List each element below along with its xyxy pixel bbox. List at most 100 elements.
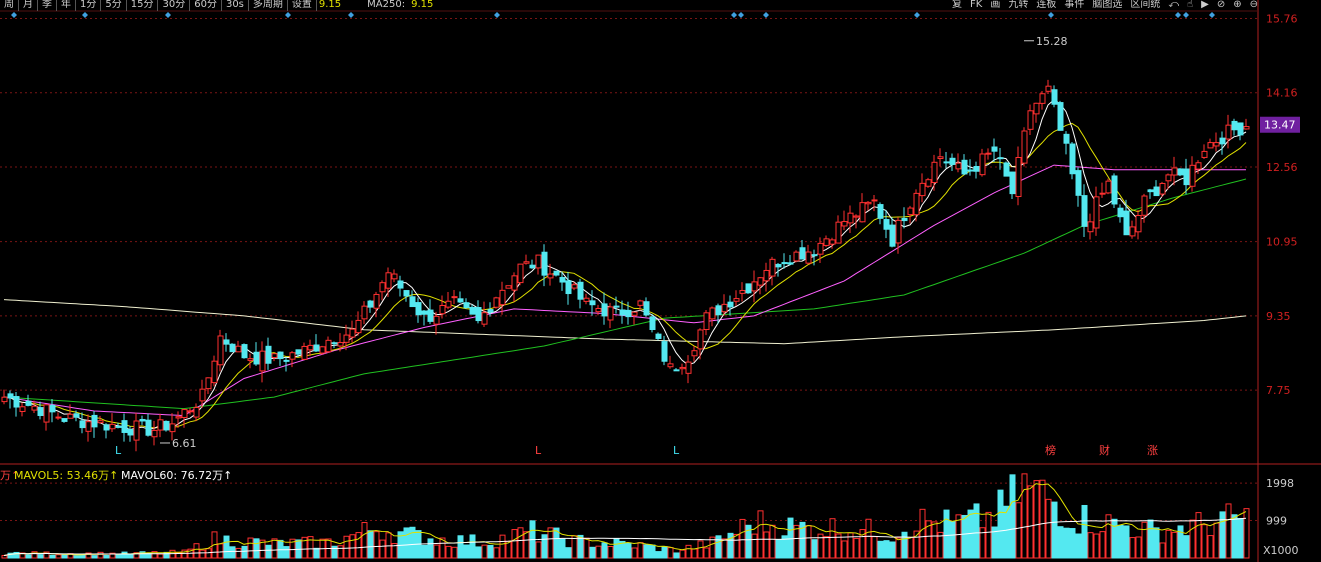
volume-bar: [433, 544, 440, 559]
candle-body: [883, 219, 890, 230]
volume-bar: [1195, 512, 1202, 559]
candle-body: [691, 350, 698, 357]
event-diamond-icon: [494, 12, 500, 18]
candle-body: [661, 341, 668, 362]
candle-body: [1165, 174, 1172, 182]
tool-item-3[interactable]: 九转: [1005, 0, 1031, 11]
volume-bar: [1099, 531, 1106, 559]
undo-icon[interactable]: ⤺: [1165, 0, 1182, 11]
volume-bar: [1243, 508, 1250, 559]
candle-body: [1183, 168, 1190, 186]
period-tab-0[interactable]: 周: [0, 0, 19, 11]
tool-item-5[interactable]: 事件: [1061, 0, 1087, 11]
candle-body: [319, 346, 326, 354]
period-tab-8[interactable]: 60分: [190, 0, 222, 11]
period-tab-2[interactable]: 季: [38, 0, 57, 11]
candle-body: [1009, 171, 1016, 195]
candle-body: [355, 319, 362, 334]
period-tab-7[interactable]: 30分: [158, 0, 191, 11]
zoom-out-icon[interactable]: ⊖: [1247, 0, 1261, 11]
candle-body: [643, 301, 650, 316]
volume-bar: [1219, 511, 1226, 559]
volume-bar: [169, 549, 176, 559]
candle-body: [577, 281, 584, 300]
volume-bar: [949, 521, 956, 559]
candle-body: [955, 162, 962, 170]
volume-bar: [871, 536, 878, 559]
volume-bar: [1201, 524, 1208, 559]
candle-body: [871, 199, 878, 202]
period-tab-9[interactable]: 30s: [222, 0, 249, 11]
play-icon[interactable]: ▶: [1198, 0, 1212, 11]
candle-body: [1225, 124, 1232, 140]
volume-bar: [661, 546, 668, 559]
price-annotation: 6.61: [172, 437, 197, 450]
tool-item-2[interactable]: 画: [987, 0, 1003, 11]
candle-body: [349, 328, 356, 338]
price-tick-label: 14.16: [1266, 87, 1298, 100]
volume-bar: [25, 554, 32, 559]
stop-icon[interactable]: ⊘: [1214, 0, 1228, 11]
volume-bar: [685, 544, 692, 559]
volume-bar: [1021, 473, 1028, 559]
price-tick-label: 9.35: [1266, 310, 1291, 323]
candle-body: [1087, 221, 1094, 233]
volume-bar: [1015, 502, 1022, 559]
period-tab-1[interactable]: 月: [19, 0, 38, 11]
period-tab-5[interactable]: 5分: [101, 0, 127, 11]
period-tab-11[interactable]: 设置: [288, 0, 317, 11]
volume-bar: [1207, 535, 1214, 559]
candle-body: [19, 406, 26, 412]
candle-body: [193, 407, 200, 418]
volume-bar: [673, 552, 680, 559]
volume-bar: [841, 540, 848, 559]
volume-bar: [1231, 514, 1238, 559]
candle-body: [595, 307, 602, 313]
volume-bar: [1051, 501, 1058, 559]
volume-bar: [1087, 532, 1094, 559]
volume-bar: [55, 554, 62, 559]
price-tick-label: 10.95: [1266, 236, 1298, 249]
candle-body: [619, 309, 626, 316]
candle-body: [607, 306, 614, 321]
candle-body: [847, 212, 854, 224]
candle-body: [1, 396, 8, 403]
candle-body: [181, 409, 188, 418]
volume-bar: [703, 547, 710, 559]
volume-bar: [157, 553, 164, 559]
volume-bar: [277, 539, 284, 559]
candle-body: [1033, 102, 1040, 115]
volume-bar: [355, 532, 362, 559]
candle-body: [1105, 180, 1112, 194]
candle-body: [685, 361, 692, 374]
tool-item-7[interactable]: 区间统: [1127, 0, 1163, 11]
tool-item-1[interactable]: FK: [967, 0, 985, 11]
candle-body: [313, 344, 320, 352]
volume-bar: [313, 547, 320, 559]
tool-item-4[interactable]: 连板: [1033, 0, 1059, 11]
candle-body: [931, 161, 938, 184]
candle-body: [811, 254, 818, 257]
candle-body: [91, 414, 98, 428]
candle-body: [751, 281, 758, 292]
signal-marker: L: [535, 444, 542, 457]
zoom-in-icon[interactable]: ⊕: [1230, 0, 1244, 11]
tool-item-0[interactable]: 复: [949, 0, 965, 11]
period-tab-4[interactable]: 1分: [76, 0, 102, 11]
volume-bar: [655, 551, 662, 559]
tool-item-6[interactable]: 脑图选: [1089, 0, 1125, 11]
volume-bar: [127, 553, 134, 559]
event-diamond-icon: [11, 12, 17, 18]
stock-chart[interactable]: 15.76 14.16 12.56 10.95 9.35 7.75 15.28 6.61 L L L…: [0, 0, 1321, 562]
volume-bar: [283, 546, 290, 559]
period-tab-6[interactable]: 15分: [127, 0, 159, 11]
volume-bar: [1159, 542, 1166, 559]
period-tab-10[interactable]: 多周期: [249, 0, 288, 11]
volume-bar: [1069, 528, 1076, 559]
candle-body: [55, 416, 62, 419]
period-tab-3[interactable]: 年: [57, 0, 76, 11]
hand-icon[interactable]: ☝: [1184, 0, 1196, 11]
candle-body: [427, 309, 434, 322]
candle-body: [709, 307, 716, 320]
candle-body: [733, 298, 740, 302]
